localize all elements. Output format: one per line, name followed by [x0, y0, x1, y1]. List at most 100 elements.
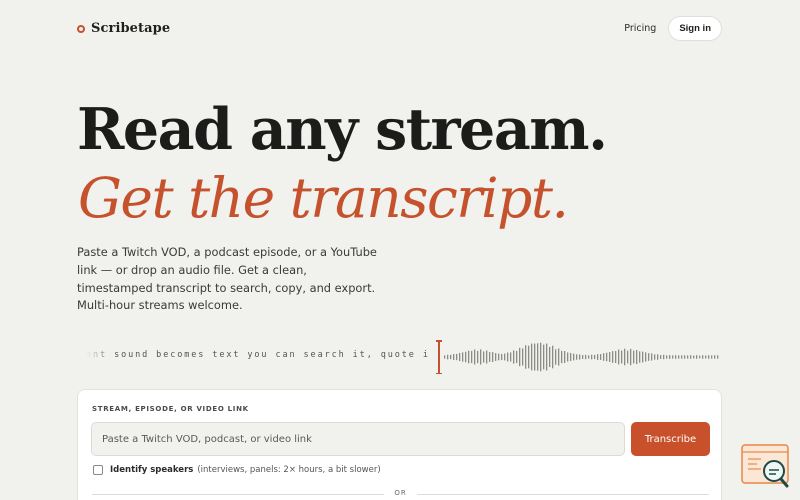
waveform-bar [660, 355, 662, 359]
waveform-bar [465, 351, 467, 363]
waveform-bar [459, 352, 461, 362]
divider-line [417, 494, 709, 495]
waveform-bar [471, 350, 473, 364]
waveform-bar [474, 349, 476, 365]
waveform-bar [603, 353, 605, 361]
search-chat-icon [741, 444, 789, 488]
top-nav: Pricing Sign in [624, 15, 722, 41]
waveform-bar [657, 354, 659, 360]
waveform-bar [513, 350, 515, 364]
hero-description: Paste a Twitch VOD, a podcast episode, o… [77, 245, 377, 313]
transcribe-button[interactable]: Transcribe [631, 422, 710, 456]
waveform-bar [555, 349, 557, 365]
pricing-link[interactable]: Pricing [624, 23, 656, 34]
waveform-bar [468, 350, 470, 364]
waveform-bar [642, 351, 644, 363]
waveform-bar [618, 349, 620, 365]
brand-logo[interactable]: Scribetape [77, 21, 170, 36]
ticker-text: ent sound becomes text you can search it… [86, 350, 430, 360]
waveform-bar [609, 352, 611, 362]
waveform-bar [498, 353, 500, 361]
waveform-bar [600, 354, 602, 360]
waveform-bar [522, 348, 524, 366]
waveform-bar [564, 351, 566, 363]
waveform-bar [573, 353, 575, 361]
transcription-visual: ent sound becomes text you can search it… [86, 340, 722, 374]
input-label: STREAM, EPISODE, OR VIDEO LINK [92, 405, 249, 413]
waveform-bar [606, 352, 608, 362]
waveform-bar [585, 354, 587, 360]
waveform-bar [627, 350, 629, 364]
waveform-bar [492, 352, 494, 362]
waveform-bar [687, 355, 689, 359]
waveform-bar [537, 343, 539, 371]
waveform-bar [675, 355, 677, 359]
link-input[interactable] [91, 422, 625, 456]
waveform-bar [615, 351, 617, 363]
or-divider: OR [92, 489, 709, 499]
waveform-bar [636, 349, 638, 365]
waveform-bar [561, 350, 563, 364]
waveform-bar [480, 349, 482, 365]
sign-in-button[interactable]: Sign in [668, 15, 722, 41]
waveform-bar [450, 354, 452, 360]
waveform-bar [567, 352, 569, 362]
waveform-bar [495, 353, 497, 361]
waveform-bar [540, 342, 542, 372]
identify-speakers-note: (interviews, panels: 2× hours, a bit slo… [197, 465, 381, 475]
waveform-bar [690, 355, 692, 359]
waveform-bar [582, 355, 584, 359]
waveform-bar [546, 343, 548, 371]
waveform-bar [549, 346, 551, 368]
waveform-bar [645, 352, 647, 362]
waveform-bar [696, 355, 698, 359]
transcribe-card: STREAM, EPISODE, OR VIDEO LINK Transcrib… [77, 389, 722, 500]
waveform-bar [681, 355, 683, 359]
waveform-bar [531, 343, 533, 371]
waveform-bar [705, 355, 707, 359]
waveform-bar [621, 350, 623, 364]
waveform-bar [711, 355, 713, 359]
waveform-bar [633, 350, 635, 364]
ticker-fade [86, 348, 114, 364]
waveform-bar [648, 353, 650, 361]
logo-ring-icon [77, 24, 85, 33]
hero-headline: Read any stream. [77, 96, 608, 163]
waveform-bar [534, 343, 536, 371]
waveform-bar [456, 353, 458, 361]
waveform-bar [708, 355, 710, 359]
identify-speakers-label: Identify speakers [110, 465, 194, 475]
waveform-bar [525, 345, 527, 369]
brand-name: Scribetape [91, 20, 171, 36]
waveform-bar [630, 348, 632, 366]
identify-speakers-option[interactable]: Identify speakers (interviews, panels: 2… [93, 465, 381, 475]
waveform-bar [651, 353, 653, 361]
waveform-bar [663, 354, 665, 360]
waveform-bar [684, 355, 686, 359]
search-chat-widget[interactable] [741, 444, 791, 490]
waveform-bar [558, 348, 560, 366]
waveform-bar [639, 351, 641, 363]
divider-text: OR [394, 489, 407, 497]
waveform-bar [693, 355, 695, 359]
waveform-bar [699, 355, 701, 359]
waveform-bar [624, 348, 626, 366]
waveform-bar [486, 350, 488, 364]
waveform-bar [507, 352, 509, 362]
waveform-bar [510, 352, 512, 362]
text-cursor-icon [436, 340, 442, 374]
waveform-bar [654, 354, 656, 360]
waveform-bar [597, 354, 599, 360]
waveform-bar [717, 355, 719, 359]
waveform-bar [678, 355, 680, 359]
hero-subheadline: Get the transcript. [78, 166, 569, 230]
waveform-bar [444, 355, 446, 359]
waveform-bar [588, 355, 590, 359]
waveform-bar [594, 354, 596, 360]
waveform-bar [702, 355, 704, 359]
waveform-bar [672, 355, 674, 359]
waveform-bar [462, 352, 464, 362]
waveform-bar [576, 354, 578, 360]
waveform-bar [453, 354, 455, 360]
identify-speakers-checkbox[interactable] [93, 465, 103, 475]
